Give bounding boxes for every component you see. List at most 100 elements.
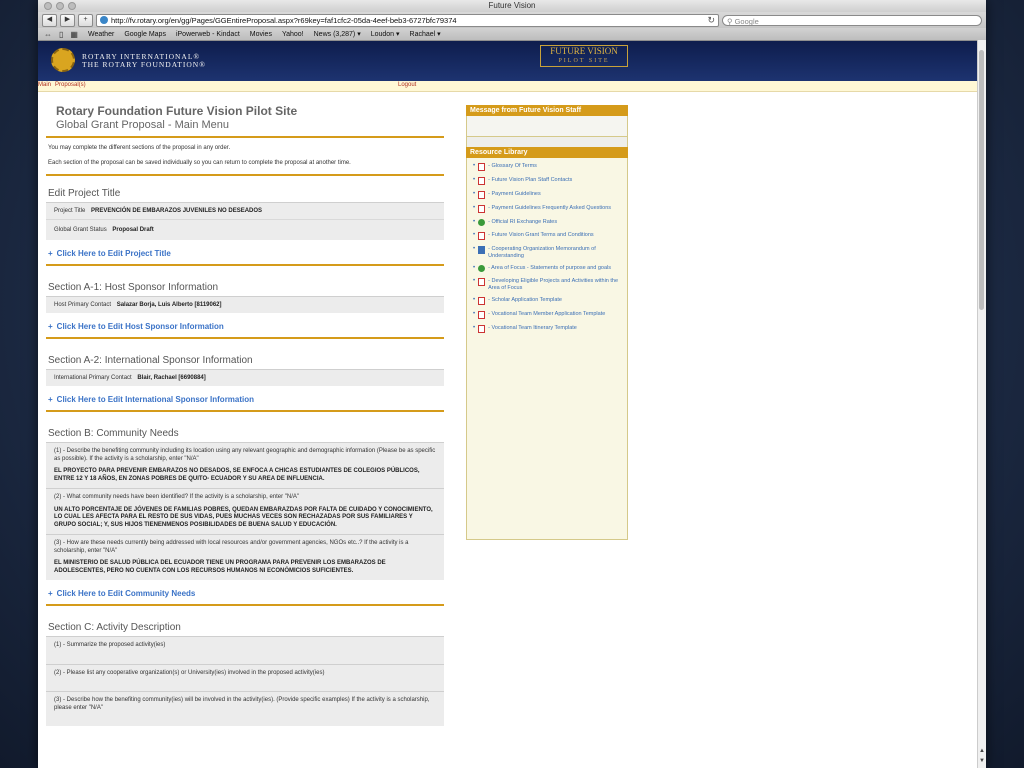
minimize-window-button[interactable] xyxy=(56,2,64,10)
staff-message-footer xyxy=(466,137,628,147)
close-window-button[interactable] xyxy=(44,2,52,10)
bookmark-weather[interactable]: Weather xyxy=(88,31,114,38)
globe-icon xyxy=(478,219,486,226)
plus-icon: + xyxy=(48,322,53,331)
globe-icon xyxy=(478,265,486,272)
scroll-down-arrow-icon[interactable]: ▼ xyxy=(978,758,986,764)
divider xyxy=(46,604,444,606)
community-q1: (1) - Describe the benefiting community … xyxy=(46,442,444,488)
reading-list-icon[interactable]: ⇔ xyxy=(44,30,52,39)
resource-link[interactable]: • - Vocational Team Itinerary Template xyxy=(473,325,623,333)
project-title-label: Project Title xyxy=(54,208,86,214)
reload-icon[interactable]: ↻ xyxy=(707,15,715,26)
resource-link[interactable]: • - Vocational Team Member Application Te… xyxy=(473,311,623,319)
resource-label: - Vocational Team Member Application Tem… xyxy=(488,311,606,317)
pdf-icon xyxy=(478,191,486,199)
host-contact-row: Host Primary Contact Salazar Borja, Luis… xyxy=(46,296,444,313)
resource-link[interactable]: • - Area of Focus - Statements of purpose… xyxy=(473,265,623,272)
activity-q2: (2) - Please list any cooperative organi… xyxy=(46,663,444,691)
intl-contact-value: Blair, Rachael [6690884] xyxy=(137,375,206,381)
bookmark-loudon[interactable]: Loudon ▾ xyxy=(371,30,400,38)
staff-message-box xyxy=(466,116,628,137)
scrollbar-thumb[interactable] xyxy=(979,50,984,310)
bookmark-movies[interactable]: Movies xyxy=(250,31,272,38)
resource-link[interactable]: • - Future Vision Plan Staff Contacts xyxy=(473,177,623,185)
bookmark-news[interactable]: News (3,287) ▾ xyxy=(314,30,361,38)
scroll-up-arrow-icon[interactable]: ▲ xyxy=(978,748,986,754)
community-q3-text: (3) - How are these needs currently bein… xyxy=(54,540,409,554)
intro-line-2: Each section of the proposal can be save… xyxy=(48,160,351,166)
project-title-row: Project Title PREVENCIÓN DE EMBARAZOS JU… xyxy=(46,202,444,219)
bookmark-google-maps[interactable]: Google Maps xyxy=(124,31,166,38)
bookmark-ipowerweb[interactable]: iPowerweb - Kindact xyxy=(176,31,240,38)
future-vision-logo: FUTURE VISION PILOT SITE xyxy=(540,45,628,67)
community-q2: (2) - What community needs have been ide… xyxy=(46,488,444,534)
bookmark-rachael[interactable]: Rachael ▾ xyxy=(410,30,441,38)
activity-q3-text: (3) - Describe how the benefiting commun… xyxy=(54,697,430,711)
resource-link[interactable]: • - Future Vision Grant Terms and Conditi… xyxy=(473,232,623,240)
edit-host-sponsor-label: Click Here to Edit Host Sponsor Informat… xyxy=(56,322,224,331)
resource-link[interactable]: • - Scholar Application Template xyxy=(473,297,623,305)
edit-host-sponsor-link[interactable]: + Click Here to Edit Host Sponsor Informa… xyxy=(48,322,444,331)
divider xyxy=(46,136,444,138)
divider xyxy=(46,410,444,412)
page-scrollbar[interactable]: ▲ ▼ xyxy=(977,40,986,768)
main-column: Rotary Foundation Future Vision Pilot Si… xyxy=(46,90,444,726)
host-contact-value: Salazar Borja, Luis Alberto [8119062] xyxy=(116,302,222,308)
resource-label: - Official RI Exchange Rates xyxy=(488,219,558,225)
forward-button[interactable]: ▶ xyxy=(60,13,75,27)
resource-label: - Vocational Team Itinerary Template xyxy=(488,325,577,331)
section-b-heading: Section B: Community Needs xyxy=(48,428,179,439)
resource-library-heading: Resource Library xyxy=(466,147,628,158)
edit-community-needs-link[interactable]: + Click Here to Edit Community Needs xyxy=(48,589,444,598)
intl-contact-row: International Primary Contact Blair, Rac… xyxy=(46,369,444,386)
page-subtitle: Global Grant Proposal - Main Menu xyxy=(56,119,230,131)
project-title-value: PREVENCIÓN DE EMBARAZOS JUVENILES NO DES… xyxy=(91,208,263,214)
zoom-window-button[interactable] xyxy=(68,2,76,10)
search-placeholder: Google xyxy=(734,16,759,26)
back-button[interactable]: ◀ xyxy=(42,13,57,27)
pdf-icon xyxy=(478,278,486,286)
bookmarks-icon[interactable]: ▯ xyxy=(59,30,63,39)
grant-status-row: Global Grant Status Proposal Draft xyxy=(46,219,444,240)
resource-label: - Future Vision Grant Terms and Conditio… xyxy=(488,232,594,238)
resource-link[interactable]: • - Payment Guidelines xyxy=(473,191,623,199)
edit-project-title-label: Click Here to Edit Project Title xyxy=(56,249,171,258)
grant-status-value: Proposal Draft xyxy=(112,227,154,233)
intro-line-1: You may complete the different sections … xyxy=(48,145,231,151)
top-sites-icon[interactable]: ▦ xyxy=(70,30,78,39)
add-bookmark-button[interactable]: + xyxy=(78,13,93,27)
resource-link[interactable]: • - Cooperating Organization Memorandum o… xyxy=(473,246,623,259)
resource-link[interactable]: • - Official RI Exchange Rates xyxy=(473,219,623,226)
edit-project-title-link[interactable]: + Click Here to Edit Project Title xyxy=(48,249,444,258)
resource-label: - Area of Focus - Statements of purpose … xyxy=(488,265,612,271)
edit-intl-sponsor-link[interactable]: + Click Here to Edit International Sponso… xyxy=(48,395,444,404)
activity-q2-text: (2) - Please list any cooperative organi… xyxy=(54,669,325,676)
pdf-icon xyxy=(478,325,486,333)
resource-link[interactable]: • - Glossary Of Terms xyxy=(473,163,623,171)
bookmark-yahoo[interactable]: Yahoo! xyxy=(282,31,304,38)
resource-link[interactable]: • - Developing Eligible Projects and Acti… xyxy=(473,278,623,291)
org-line-2: THE ROTARY FOUNDATION® xyxy=(82,60,206,69)
window-title: Future Vision xyxy=(488,1,536,10)
site-icon xyxy=(100,16,108,24)
intro-text: You may complete the different sections … xyxy=(48,144,444,167)
search-icon: ⚲ xyxy=(727,16,733,26)
resource-label: - Future Vision Plan Staff Contacts xyxy=(488,177,573,183)
nav-logout-link[interactable]: Logout xyxy=(398,82,416,88)
nav-proposals-link[interactable]: Proposal(s) xyxy=(55,82,86,88)
address-bar[interactable]: http://fv.rotary.org/en/gg/Pages/GGEntir… xyxy=(96,13,719,27)
search-input[interactable]: ⚲ Google xyxy=(722,14,982,26)
fv-subtitle: PILOT SITE xyxy=(558,58,610,64)
resource-link[interactable]: • - Payment Guidelines Frequently Asked Q… xyxy=(473,205,623,213)
pdf-icon xyxy=(478,177,486,185)
doc-icon xyxy=(478,246,486,254)
nav-main-link[interactable]: Main xyxy=(38,82,51,88)
staff-message-heading: Message from Future Vision Staff xyxy=(466,105,628,116)
community-q3: (3) - How are these needs currently bein… xyxy=(46,534,444,580)
fv-title: FUTURE VISION xyxy=(550,46,618,56)
pdf-icon xyxy=(478,205,486,213)
activity-q1-text: (1) - Summarize the proposed activity(ie… xyxy=(54,642,166,648)
browser-toolbar: ◀ ▶ + http://fv.rotary.org/en/gg/Pages/G… xyxy=(38,12,986,28)
resource-label: - Scholar Application Template xyxy=(488,297,562,303)
